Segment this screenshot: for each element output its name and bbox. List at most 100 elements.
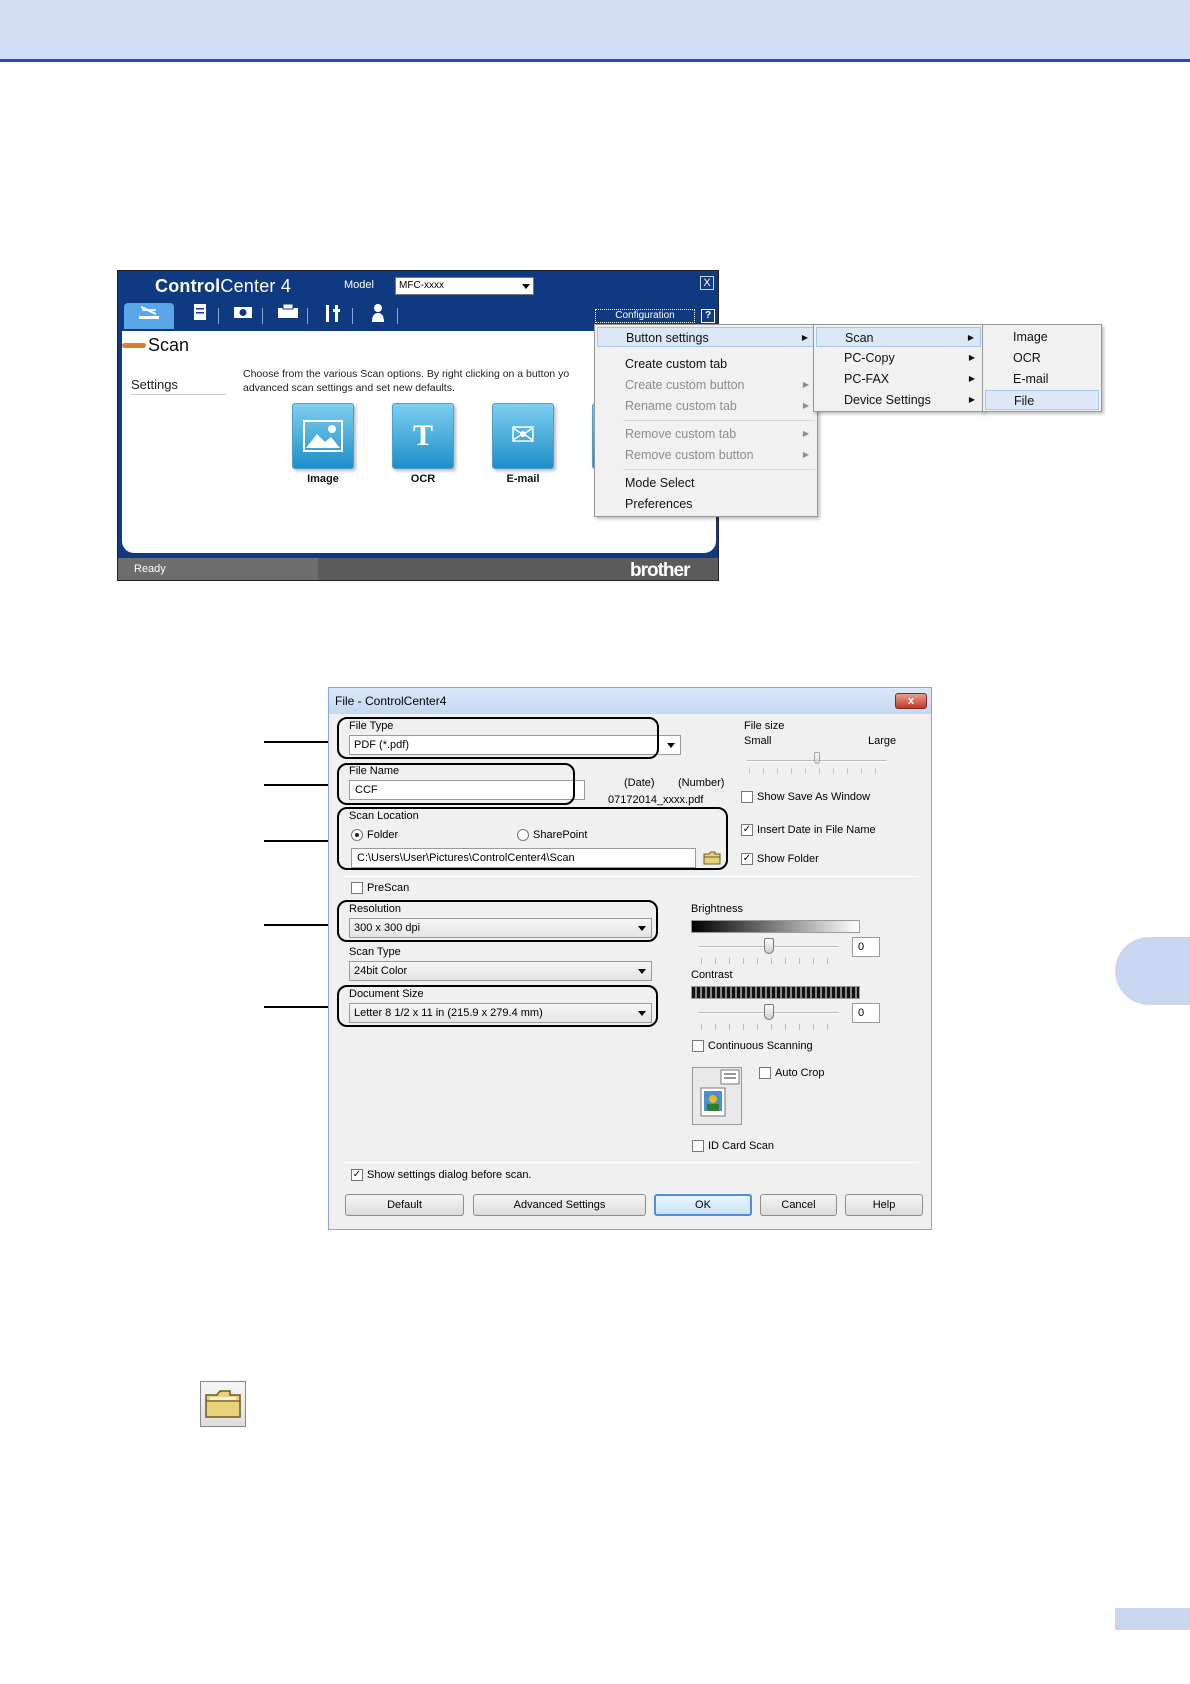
insert-date-label: Insert Date in File Name [757,824,876,836]
submenu-arrow-icon: ▶ [967,333,974,342]
file-size-label: File size [744,720,785,732]
tab-fax[interactable] [274,303,302,325]
highlight-document-size [337,985,658,1027]
contrast-slider-thumb[interactable] [764,1004,774,1020]
menu-item-image[interactable]: Image [985,327,1099,347]
prescan-label: PreScan [367,882,410,894]
tab-scan[interactable] [124,303,174,329]
help-button[interactable]: Help [845,1194,923,1216]
show-save-as-checkbox[interactable] [741,791,753,803]
menu-item-remove-custom-button[interactable]: Remove custom button ▶ [597,445,815,465]
email-icon: ✉ [510,419,536,452]
ok-button[interactable]: OK [654,1194,752,1216]
callout-line-2 [264,784,336,786]
configuration-button[interactable]: Configuration [595,309,695,323]
app-title: ControlCenter 4 [155,276,292,296]
highlight-file-name [337,763,575,805]
email-tile-button[interactable]: ✉ [492,403,554,469]
show-settings-label: Show settings dialog before scan. [367,1169,532,1181]
menu-item-device-settings[interactable]: Device Settings ▶ [816,390,981,410]
page-header-band [0,0,1190,62]
menu-item-mode-select[interactable]: Mode Select [597,473,815,493]
callout-line-3 [264,840,336,842]
menu-item-pc-fax[interactable]: PC-FAX ▶ [816,369,981,389]
insert-date-checkbox[interactable]: ✓ [741,824,753,836]
file-size-large: Large [868,735,897,747]
submenu-arrow-icon: ▶ [801,333,808,342]
submenu-arrow-icon: ▶ [802,401,809,410]
continuous-scanning-checkbox[interactable] [692,1040,704,1052]
help-button[interactable]: ? [701,309,715,323]
menu-item-email[interactable]: E-mail [985,369,1099,389]
auto-crop-checkbox[interactable] [759,1067,771,1079]
ocr-icon: T [412,419,433,452]
image-tile-button[interactable] [292,403,354,469]
default-button[interactable]: Default [345,1194,464,1216]
tab-support[interactable] [364,303,392,325]
dialog-close-button[interactable]: x [895,693,927,709]
email-tile-label: E-mail [506,473,540,485]
callout-line-5 [264,1006,336,1008]
scan-type-select[interactable]: 24bit Color [349,961,652,981]
fax-icon [278,303,298,318]
submenu-arrow-icon: ▶ [968,374,975,383]
settings-label[interactable]: Settings [131,377,226,395]
file-size-slider-thumb[interactable] [814,752,820,764]
auto-crop-illustration [692,1067,742,1125]
tab-photo[interactable] [229,303,257,325]
status-text: Ready [134,563,166,575]
contrast-value[interactable]: 0 [852,1003,880,1023]
submenu-arrow-icon: ▶ [802,380,809,389]
camera-icon [234,307,252,318]
menu-item-rename-custom-tab[interactable]: Rename custom tab ▶ [597,396,815,416]
tab-pc-fax-document[interactable] [186,303,214,325]
cancel-button[interactable]: Cancel [760,1194,837,1216]
menu-item-ocr[interactable]: OCR [985,348,1099,368]
continuous-scanning-label: Continuous Scanning [708,1040,813,1052]
documents-photo-icon [700,1069,740,1117]
menu-item-scan[interactable]: Scan ▶ [816,327,981,347]
button-settings-submenu: Scan ▶ PC-Copy ▶ PC-FAX ▶ Device Settings ▶ [813,324,984,412]
date-label: (Date) [624,777,655,789]
model-select[interactable]: MFC-xxxx [395,277,534,295]
contrast-label: Contrast [691,969,733,981]
ocr-tile-label: OCR [410,473,436,485]
status-bar: Ready brother [118,558,718,581]
chevron-down-icon [638,969,646,974]
menu-item-remove-custom-tab[interactable]: Remove custom tab ▶ [597,424,815,444]
image-tile-label: Image [307,473,339,485]
show-save-as-label: Show Save As Window [757,791,871,803]
id-card-scan-label: ID Card Scan [708,1140,775,1152]
id-card-scan-checkbox[interactable] [692,1140,704,1152]
file-size-small: Small [744,735,772,747]
menu-item-create-custom-tab[interactable]: Create custom tab [597,354,815,374]
show-folder-label: Show Folder [757,853,819,865]
person-icon [372,304,384,322]
ocr-tile-button[interactable]: T [392,403,454,469]
chevron-down-icon [667,743,675,748]
prescan-checkbox[interactable] [351,882,363,894]
contrast-pattern [691,986,860,999]
brightness-gradient [691,920,860,933]
menu-item-file[interactable]: File [985,390,1099,410]
scan-submenu: Image OCR E-mail File [982,324,1102,412]
show-folder-checkbox[interactable]: ✓ [741,853,753,865]
advanced-settings-button[interactable]: Advanced Settings [473,1194,646,1216]
menu-item-button-settings[interactable]: Button settings ▶ [597,327,815,347]
submenu-arrow-icon: ▶ [968,353,975,362]
submenu-arrow-icon: ▶ [802,450,809,459]
brightness-slider-thumb[interactable] [764,938,774,954]
menu-item-create-custom-button[interactable]: Create custom button ▶ [597,375,815,395]
close-button[interactable]: X [700,276,714,290]
menu-item-pc-copy[interactable]: PC-Copy ▶ [816,348,981,368]
model-label: Model [344,279,374,291]
brightness-value[interactable]: 0 [852,937,880,957]
menu-item-preferences[interactable]: Preferences [597,494,815,514]
highlight-resolution [337,900,658,942]
show-settings-checkbox[interactable]: ✓ [351,1169,363,1181]
scan-type-label: Scan Type [349,946,401,958]
tab-device-settings[interactable] [319,303,347,325]
brightness-label: Brightness [691,903,743,915]
submenu-arrow-icon: ▶ [802,429,809,438]
dialog-title: File - ControlCenter4 [335,694,447,708]
